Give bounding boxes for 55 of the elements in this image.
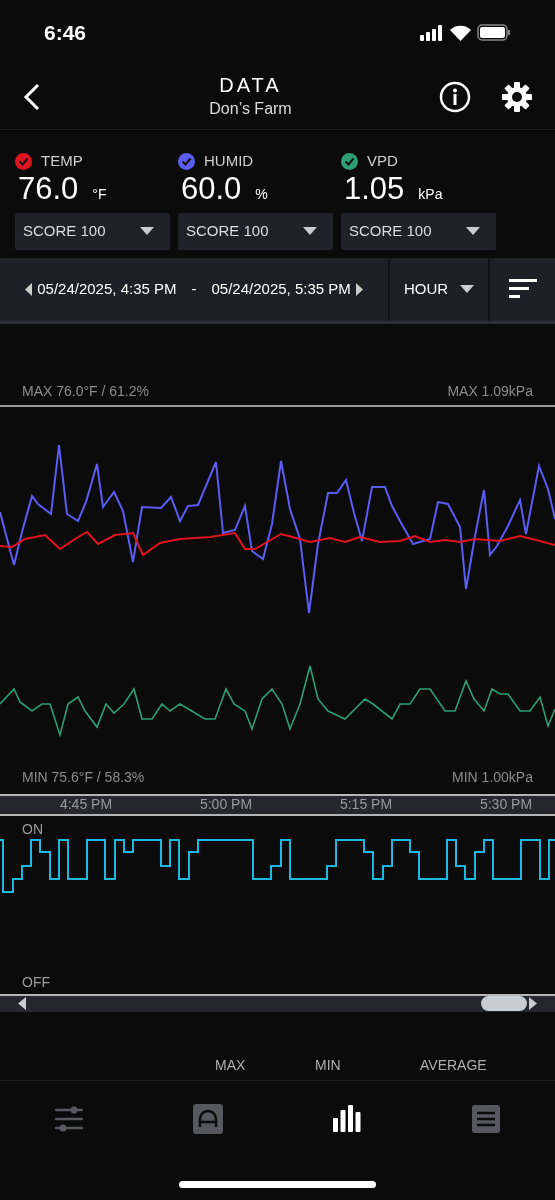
column-heading: AVERAGE: [420, 1056, 487, 1075]
scroll-thumb[interactable]: [481, 996, 527, 1011]
date-separator: -: [190, 278, 198, 299]
settings-icon[interactable]: [501, 81, 533, 113]
max-reading: MAX 1.09kPa: [447, 381, 533, 401]
caret-icon: [140, 227, 154, 235]
score-dropdown[interactable]: SCORE 100: [15, 212, 170, 250]
wifi-icon: [450, 24, 471, 41]
time-label: 5:15 PM: [338, 795, 394, 814]
checkmark-icon[interactable]: [178, 152, 195, 170]
caret-icon: [460, 285, 475, 293]
sensor-name: TEMP: [41, 151, 83, 171]
scroll-right-icon[interactable]: [529, 997, 537, 1010]
sensor-name: VPD: [367, 151, 398, 171]
min-reading: MIN 1.00kPa: [452, 767, 533, 787]
checkmark-icon[interactable]: [15, 152, 32, 170]
battery-icon: [477, 24, 511, 41]
score-dropdown[interactable]: SCORE 100: [178, 212, 333, 250]
end-date[interactable]: 05/24/2025, 5:35 PM: [211, 277, 351, 301]
sensor-value: 76.0: [18, 170, 79, 207]
list-icon: [471, 1104, 500, 1133]
farm-name: Don’s Farm: [209, 99, 292, 119]
max-reading: MAX 76.0°F / 61.2%: [22, 381, 149, 401]
time-label: 5:00 PM: [198, 795, 254, 814]
sensor-unit: kPa: [418, 184, 443, 204]
previous-icon[interactable]: [25, 282, 33, 296]
on-label: ON: [21, 819, 44, 837]
sensor-value: 60.0: [181, 170, 242, 207]
min-reading: MIN 75.6°F / 58.3%: [22, 767, 145, 787]
score-dropdown[interactable]: SCORE 100: [341, 212, 496, 250]
next-icon[interactable]: [355, 282, 363, 296]
status-time: 6:46: [44, 19, 87, 46]
sensor-unit: %: [255, 184, 268, 204]
caret-icon: [466, 227, 480, 235]
column-heading: MIN: [315, 1056, 342, 1075]
start-date[interactable]: 05/24/2025, 4:35 PM: [37, 277, 177, 301]
off-label: OFF: [21, 972, 51, 992]
scroll-left-icon[interactable]: [18, 997, 26, 1010]
sensor-name: HUMID: [204, 151, 254, 171]
bar-chart-icon: [332, 1105, 361, 1132]
checkmark-icon[interactable]: [341, 152, 358, 170]
time-label: 4:45 PM: [58, 795, 114, 814]
sliders-icon: [55, 1104, 84, 1133]
column-heading: MAX: [215, 1056, 247, 1075]
sensor-unit: °F: [92, 184, 107, 204]
info-icon[interactable]: [439, 81, 471, 113]
interval-dropdown[interactable]: HOUR: [390, 257, 490, 321]
back-icon[interactable]: [22, 83, 42, 111]
sort-icon[interactable]: [508, 279, 537, 299]
signal-icon: [420, 24, 444, 41]
sensor-value: 1.05: [344, 170, 405, 207]
page-title: DATA: [219, 73, 282, 97]
arch-icon: [193, 1103, 224, 1134]
caret-icon: [303, 227, 317, 235]
time-label: 5:30 PM: [478, 795, 534, 814]
